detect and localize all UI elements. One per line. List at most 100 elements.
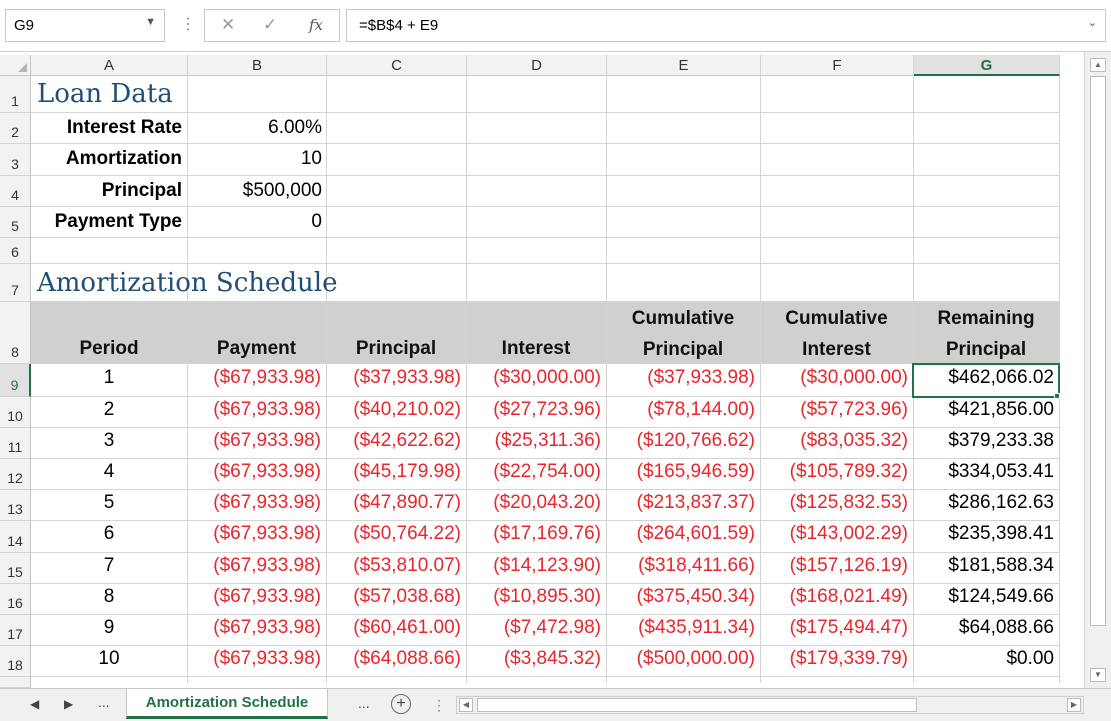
tab-split-handle-icon[interactable]: ⋮ <box>432 697 446 714</box>
schedule-cell-principal[interactable]: ($64,088.66) <box>326 648 461 670</box>
vertical-scroll-thumb[interactable] <box>1090 76 1106 626</box>
payment-type-value[interactable]: 0 <box>188 211 322 233</box>
name-box[interactable]: G9 ▼ <box>5 9 165 42</box>
formula-input[interactable]: =$B$4 + E9 ⌄ <box>346 9 1106 42</box>
schedule-cell-remaining[interactable]: $181,588.34 <box>913 555 1054 577</box>
schedule-cell-remaining[interactable]: $421,856.00 <box>913 399 1054 421</box>
row-header-17[interactable]: 17 <box>0 615 31 646</box>
row-header-14[interactable]: 14 <box>0 521 31 553</box>
schedule-cell-interest[interactable]: ($7,472.98) <box>466 617 601 639</box>
schedule-cell-interest[interactable]: ($10,895.30) <box>466 586 601 608</box>
schedule-cell-period[interactable]: 4 <box>31 461 187 483</box>
formula-expand-icon[interactable]: ⌄ <box>1088 16 1097 29</box>
principal-value[interactable]: $500,000 <box>188 180 322 202</box>
next-sheet-icon[interactable]: ▶ <box>64 697 73 711</box>
column-header-d[interactable]: D <box>467 55 607 76</box>
vertical-scrollbar[interactable]: ▲ ▼ <box>1084 52 1111 688</box>
schedule-cell-principal[interactable]: ($37,933.98) <box>326 367 461 389</box>
schedule-cell-payment[interactable]: ($67,933.98) <box>187 617 321 639</box>
row-header-1[interactable]: 1 <box>0 76 31 113</box>
schedule-cell-remaining[interactable]: $286,162.63 <box>913 492 1054 514</box>
interest-rate-value[interactable]: 6.00% <box>188 117 322 139</box>
schedule-cell-cum-principal[interactable]: ($264,601.59) <box>606 523 755 545</box>
schedule-cell-principal[interactable]: ($60,461.00) <box>326 617 461 639</box>
row-header-7[interactable]: 7 <box>0 264 31 302</box>
enter-icon[interactable]: ✓ <box>263 15 277 35</box>
schedule-cell-payment[interactable]: ($67,933.98) <box>187 461 321 483</box>
schedule-cell-payment[interactable]: ($67,933.98) <box>187 367 321 389</box>
add-sheet-icon[interactable]: + <box>391 694 411 714</box>
schedule-cell-remaining[interactable]: $0.00 <box>913 648 1054 670</box>
schedule-cell-cum-principal[interactable]: ($435,911.34) <box>606 617 755 639</box>
schedule-cell-cum-interest[interactable]: ($168,021.49) <box>760 586 908 608</box>
schedule-cell-cum-interest[interactable]: ($57,723.96) <box>760 399 908 421</box>
row-header-2[interactable]: 2 <box>0 113 31 144</box>
schedule-cell-interest[interactable]: ($20,043.20) <box>466 492 601 514</box>
schedule-cell-cum-interest[interactable]: ($125,832.53) <box>760 492 908 514</box>
row-header-13[interactable]: 13 <box>0 490 31 521</box>
row-header-4[interactable]: 4 <box>0 176 31 207</box>
schedule-cell-payment[interactable]: ($67,933.98) <box>187 648 321 670</box>
row-header-8[interactable]: 8 <box>0 302 31 364</box>
cancel-icon[interactable]: ✕ <box>221 15 235 35</box>
prev-sheet-icon[interactable]: ◀ <box>30 697 39 711</box>
schedule-cell-remaining[interactable]: $235,398.41 <box>913 523 1054 545</box>
schedule-cell-period[interactable]: 7 <box>31 555 187 577</box>
row-header-6[interactable]: 6 <box>0 238 31 264</box>
schedule-cell-payment[interactable]: ($67,933.98) <box>187 430 321 452</box>
schedule-cell-period[interactable]: 2 <box>31 399 187 421</box>
row-header-10[interactable]: 10 <box>0 397 31 428</box>
fill-handle[interactable] <box>1054 393 1060 399</box>
schedule-cell-period[interactable]: 10 <box>31 648 187 670</box>
schedule-cell-principal[interactable]: ($47,890.77) <box>326 492 461 514</box>
horizontal-scroll-thumb[interactable] <box>477 698 917 712</box>
column-header-e[interactable]: E <box>607 55 761 76</box>
schedule-cell-remaining[interactable]: $64,088.66 <box>913 617 1054 639</box>
row-header-3[interactable]: 3 <box>0 144 31 176</box>
schedule-cell-interest[interactable]: ($25,311.36) <box>466 430 601 452</box>
schedule-cell-period[interactable]: 3 <box>31 430 187 452</box>
row-header-16[interactable]: 16 <box>0 584 31 615</box>
schedule-cell-payment[interactable]: ($67,933.98) <box>187 399 321 421</box>
schedule-cell-interest[interactable]: ($14,123.90) <box>466 555 601 577</box>
schedule-cell-period[interactable]: 9 <box>31 617 187 639</box>
tab-amortization-schedule[interactable]: Amortization Schedule <box>126 689 328 719</box>
schedule-cell-period[interactable]: 5 <box>31 492 187 514</box>
schedule-cell-interest[interactable]: ($3,845.32) <box>466 648 601 670</box>
schedule-cell-interest[interactable]: ($30,000.00) <box>466 367 601 389</box>
schedule-cell-cum-principal[interactable]: ($213,837.37) <box>606 492 755 514</box>
more-sheets-right[interactable]: ... <box>358 695 370 711</box>
row-header-19[interactable] <box>0 677 31 688</box>
schedule-cell-cum-interest[interactable]: ($179,339.79) <box>760 648 908 670</box>
schedule-cell-period[interactable]: 6 <box>31 523 187 545</box>
scroll-up-icon[interactable]: ▲ <box>1090 58 1106 72</box>
schedule-cell-payment[interactable]: ($67,933.98) <box>187 492 321 514</box>
schedule-cell-cum-interest[interactable]: ($175,494.47) <box>760 617 908 639</box>
schedule-cell-cum-principal[interactable]: ($318,411.66) <box>606 555 755 577</box>
schedule-cell-remaining[interactable]: $379,233.38 <box>913 430 1054 452</box>
schedule-cell-principal[interactable]: ($50,764.22) <box>326 523 461 545</box>
schedule-cell-principal[interactable]: ($53,810.07) <box>326 555 461 577</box>
schedule-cell-cum-principal[interactable]: ($120,766.62) <box>606 430 755 452</box>
schedule-cell-cum-principal[interactable]: ($500,000.00) <box>606 648 755 670</box>
schedule-cell-cum-interest[interactable]: ($157,126.19) <box>760 555 908 577</box>
horizontal-scrollbar[interactable]: ◀ ▶ <box>456 696 1084 714</box>
scroll-left-icon[interactable]: ◀ <box>459 698 473 712</box>
scroll-down-icon[interactable]: ▼ <box>1090 668 1106 682</box>
row-header-12[interactable]: 12 <box>0 459 31 490</box>
schedule-cell-cum-interest[interactable]: ($143,002.29) <box>760 523 908 545</box>
schedule-cell-interest[interactable]: ($22,754.00) <box>466 461 601 483</box>
schedule-cell-period[interactable]: 1 <box>31 367 187 389</box>
cell-grid[interactable]: Loan Data Interest Rate 6.00% Amortizati… <box>31 76 1060 683</box>
column-header-g[interactable]: G <box>914 55 1060 76</box>
schedule-cell-cum-interest[interactable]: ($83,035.32) <box>760 430 908 452</box>
schedule-cell-payment[interactable]: ($67,933.98) <box>187 555 321 577</box>
schedule-cell-principal[interactable]: ($42,622.62) <box>326 430 461 452</box>
row-header-5[interactable]: 5 <box>0 207 31 238</box>
schedule-cell-cum-principal[interactable]: ($37,933.98) <box>606 367 755 389</box>
schedule-cell-period[interactable]: 8 <box>31 586 187 608</box>
schedule-cell-remaining[interactable]: $124,549.66 <box>913 586 1054 608</box>
row-header-11[interactable]: 11 <box>0 428 31 459</box>
row-header-9[interactable]: 9 <box>0 364 31 397</box>
schedule-cell-principal[interactable]: ($40,210.02) <box>326 399 461 421</box>
